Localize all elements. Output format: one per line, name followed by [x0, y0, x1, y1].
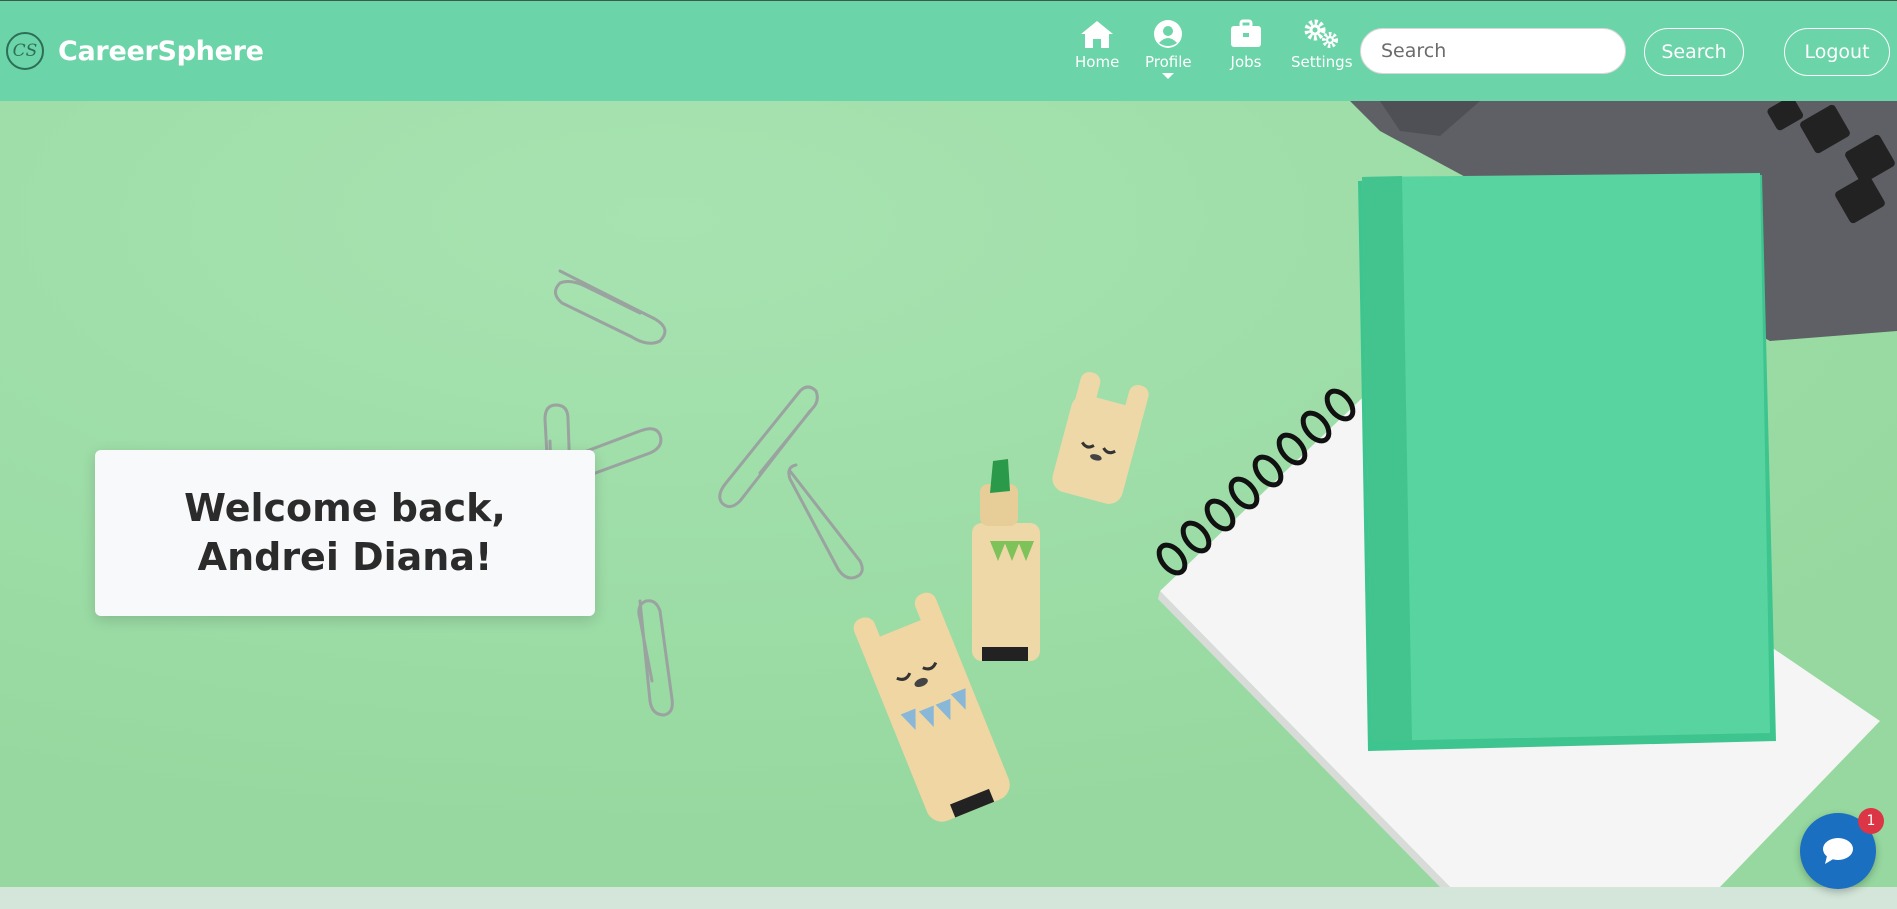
brand-name: CareerSphere	[58, 35, 264, 67]
search-button[interactable]: Search	[1644, 28, 1744, 76]
home-icon	[1081, 21, 1114, 48]
welcome-card: Welcome back, Andrei Diana!	[95, 450, 595, 616]
nav-home[interactable]: Home	[1075, 19, 1119, 71]
chat-bubble-icon	[1823, 838, 1853, 864]
nav-settings[interactable]: Settings	[1291, 19, 1353, 71]
nav-home-label: Home	[1075, 53, 1120, 71]
nav-jobs[interactable]: Jobs	[1230, 19, 1262, 71]
briefcase-icon	[1231, 19, 1261, 47]
logout-button[interactable]: Logout	[1784, 28, 1890, 76]
search-input[interactable]	[1360, 28, 1626, 74]
brand[interactable]: CS CareerSphere	[6, 32, 264, 70]
nav-profile-label: Profile	[1145, 53, 1192, 71]
cogs-icon	[1304, 19, 1338, 48]
footer-strip	[0, 887, 1897, 909]
nav-profile[interactable]: Profile	[1145, 19, 1192, 79]
hero-banner: Welcome back, Andrei Diana!	[0, 101, 1897, 887]
top-navbar: CS CareerSphere Home Profile Jobs Settin…	[0, 0, 1897, 101]
brand-logo: CS	[6, 32, 44, 70]
nav-jobs-label: Jobs	[1230, 53, 1262, 71]
welcome-message: Welcome back, Andrei Diana!	[184, 486, 506, 579]
user-circle-icon	[1154, 20, 1183, 48]
nav-settings-label: Settings	[1291, 53, 1353, 71]
notification-badge: 1	[1858, 808, 1884, 834]
chevron-down-icon	[1162, 73, 1175, 79]
